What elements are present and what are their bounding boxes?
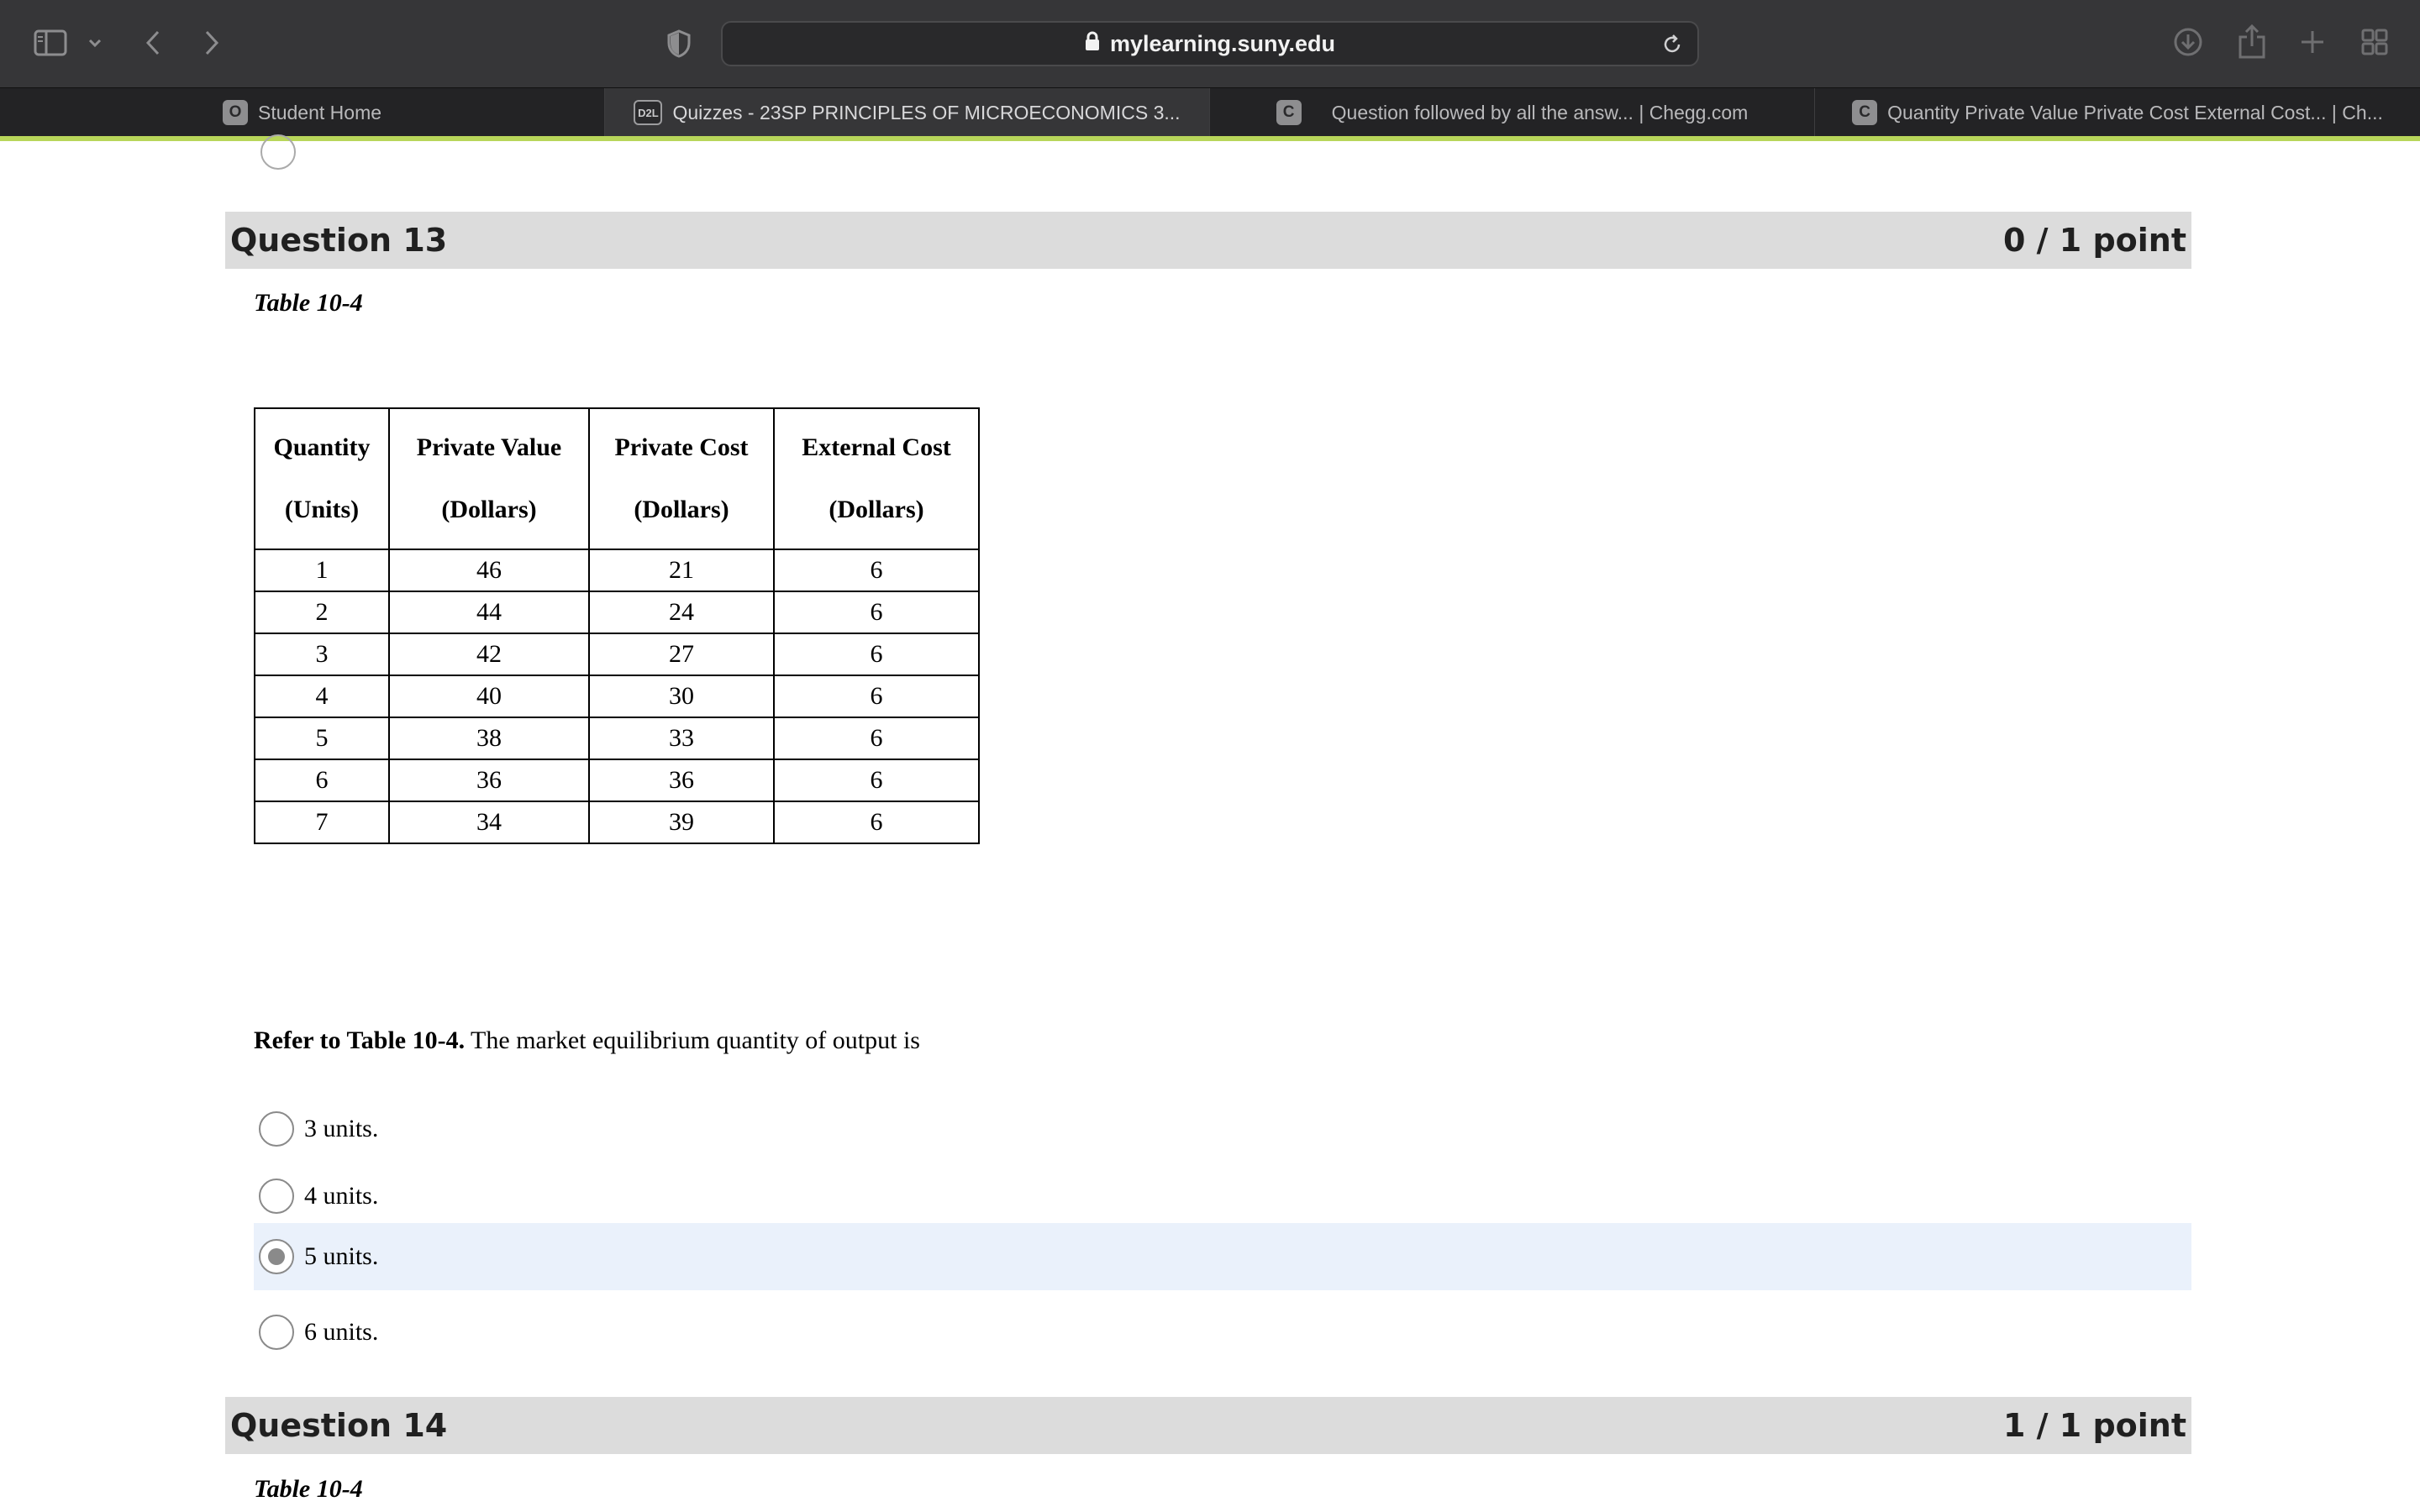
answer-option[interactable]: 4 units. bbox=[254, 1163, 2191, 1230]
prompt-reference: Refer to Table 10-4. bbox=[254, 1026, 466, 1054]
table-row: 1 46 21 6 bbox=[254, 549, 980, 592]
answer-option[interactable]: 3 units. bbox=[254, 1095, 2191, 1163]
url-text: mylearning.suny.edu bbox=[1109, 30, 1336, 56]
table-row: 3 42 27 6 bbox=[254, 633, 980, 676]
question-score: 1 / 1 point bbox=[2003, 1407, 2186, 1444]
option-label: 6 units. bbox=[304, 1318, 379, 1346]
column-header: Quantity (Units) bbox=[254, 407, 390, 550]
table-row: 4 40 30 6 bbox=[254, 675, 980, 718]
table-caption: Table 10-4 bbox=[254, 1475, 363, 1503]
radio-button[interactable] bbox=[259, 1315, 294, 1350]
sidebar-icon[interactable] bbox=[32, 27, 69, 59]
radio-button[interactable] bbox=[259, 1179, 294, 1214]
tab-chegg-question[interactable]: C Question followed by all the answ... |… bbox=[1210, 88, 1815, 137]
lock-icon bbox=[1085, 31, 1100, 57]
column-header: External Cost (Dollars) bbox=[773, 407, 980, 550]
favicon-icon: C bbox=[1276, 100, 1302, 125]
shield-icon[interactable] bbox=[664, 27, 694, 60]
tab-label: Question followed by all the answ... | C… bbox=[1331, 101, 1749, 123]
data-table: Quantity (Units) Private Value (Dollars) P… bbox=[254, 407, 980, 844]
favicon-icon: O bbox=[222, 100, 248, 125]
tab-label: Quizzes - 23SP PRINCIPLES OF MICROECONOM… bbox=[672, 101, 1181, 123]
option-label: 4 units. bbox=[304, 1182, 379, 1210]
answer-option[interactable]: 6 units. bbox=[254, 1299, 2191, 1366]
table-header-row: Quantity (Units) Private Value (Dollars) P… bbox=[254, 407, 980, 550]
tab-label: Quantity Private Value Private Cost Exte… bbox=[1887, 101, 2383, 123]
browser-toolbar: mylearning.suny.edu bbox=[0, 0, 2420, 87]
question-score: 0 / 1 point bbox=[2003, 222, 2186, 259]
question-title: Question 13 bbox=[230, 222, 448, 259]
reload-icon[interactable] bbox=[1660, 33, 1684, 56]
loading-accent-bar bbox=[0, 136, 2420, 141]
radio-button-checked[interactable] bbox=[259, 1239, 294, 1274]
table-row: 7 34 39 6 bbox=[254, 801, 980, 844]
table-row: 5 38 33 6 bbox=[254, 717, 980, 760]
question-title: Question 14 bbox=[230, 1407, 448, 1444]
share-icon[interactable] bbox=[2235, 22, 2269, 60]
table-row: 2 44 24 6 bbox=[254, 591, 980, 634]
prompt-text: The market equilibrium quantity of outpu… bbox=[465, 1026, 920, 1054]
tab-overview-icon[interactable] bbox=[2360, 27, 2390, 57]
question-14-header: Question 14 1 / 1 point bbox=[225, 1397, 2191, 1454]
tab-chegg-quantity[interactable]: C Quantity Private Value Private Cost Ex… bbox=[1815, 88, 2420, 137]
forward-icon[interactable] bbox=[197, 25, 227, 60]
question-13-header: Question 13 0 / 1 point bbox=[225, 212, 2191, 269]
radio-button[interactable] bbox=[259, 1111, 294, 1147]
radio-dot-icon bbox=[268, 1248, 285, 1265]
option-label: 5 units. bbox=[304, 1242, 379, 1270]
table-caption: Table 10-4 bbox=[254, 289, 363, 317]
tab-quizzes[interactable]: D2L Quizzes - 23SP PRINCIPLES OF MICROEC… bbox=[605, 88, 1210, 137]
table-row: 6 36 36 6 bbox=[254, 759, 980, 802]
tab-strip: O Student Home D2L Quizzes - 23SP PRINCI… bbox=[0, 87, 2420, 137]
column-header: Private Value (Dollars) bbox=[388, 407, 590, 550]
option-label: 3 units. bbox=[304, 1115, 379, 1142]
radio-button[interactable] bbox=[260, 134, 296, 170]
plus-icon[interactable] bbox=[2297, 27, 2328, 57]
address-bar[interactable]: mylearning.suny.edu bbox=[721, 21, 1699, 66]
answer-option-selected[interactable]: 5 units. bbox=[254, 1223, 2191, 1290]
favicon-icon: C bbox=[1852, 100, 1878, 125]
tab-label: Student Home bbox=[257, 101, 382, 123]
column-header: Private Cost (Dollars) bbox=[588, 407, 775, 550]
chevron-down-icon[interactable] bbox=[84, 32, 106, 54]
question-prompt: Refer to Table 10-4. The market equilibr… bbox=[254, 1026, 920, 1055]
favicon-icon: D2L bbox=[634, 100, 663, 125]
download-icon[interactable] bbox=[2171, 25, 2205, 59]
tab-student-home[interactable]: O Student Home bbox=[0, 88, 605, 137]
back-icon[interactable] bbox=[138, 25, 168, 60]
